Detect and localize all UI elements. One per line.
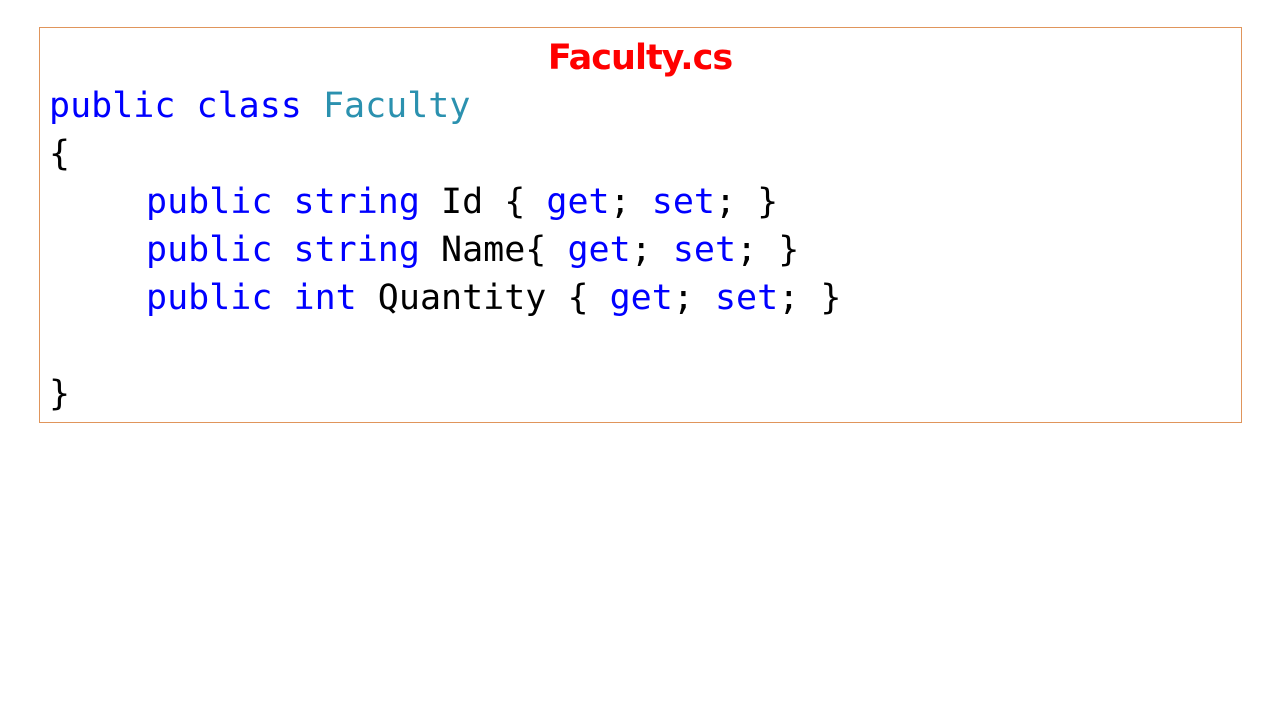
code-token-plain: ; } <box>778 278 842 318</box>
code-line: } <box>49 370 841 418</box>
code-token-keyword: string <box>293 230 420 270</box>
code-token-plain: Quantity { <box>356 278 610 318</box>
code-line: { <box>49 130 841 178</box>
code-token-type-name: Faculty <box>322 86 471 126</box>
code-token-plain: Id { <box>419 182 547 222</box>
code-token-plain: ; <box>609 182 652 222</box>
code-token-plain: } <box>49 374 71 414</box>
code-block: public class Faculty{public string Id { … <box>49 82 841 418</box>
code-token-keyword: set <box>651 182 715 222</box>
code-token-keyword: int <box>293 278 357 318</box>
code-token-plain: ; } <box>714 182 779 222</box>
code-token-plain: ; } <box>736 230 800 270</box>
code-token-plain: Name{ <box>419 230 568 270</box>
code-token-plain: ; <box>630 230 673 270</box>
code-token-keyword: get <box>567 230 631 270</box>
code-token-keyword: public <box>146 182 273 222</box>
code-token-plain: { <box>49 134 71 174</box>
code-token-plain: ; <box>672 278 715 318</box>
code-token-keyword: set <box>672 230 737 270</box>
code-line: public string Id { get; set; } <box>49 178 841 226</box>
code-token-keyword: get <box>546 182 610 222</box>
code-token-keyword: public <box>146 278 273 318</box>
code-token-keyword: public <box>146 230 273 270</box>
code-line: public class Faculty <box>49 82 841 130</box>
code-line: public string Name{ get; set; } <box>49 226 841 274</box>
code-token-keyword: string <box>293 182 420 222</box>
code-token-keyword: class <box>196 86 302 126</box>
code-token-keyword: get <box>609 278 673 318</box>
code-line: public int Quantity { get; set; } <box>49 274 841 322</box>
code-token-keyword: public <box>49 86 176 126</box>
code-token-keyword: set <box>714 278 779 318</box>
file-title: Faculty.cs <box>547 38 733 78</box>
